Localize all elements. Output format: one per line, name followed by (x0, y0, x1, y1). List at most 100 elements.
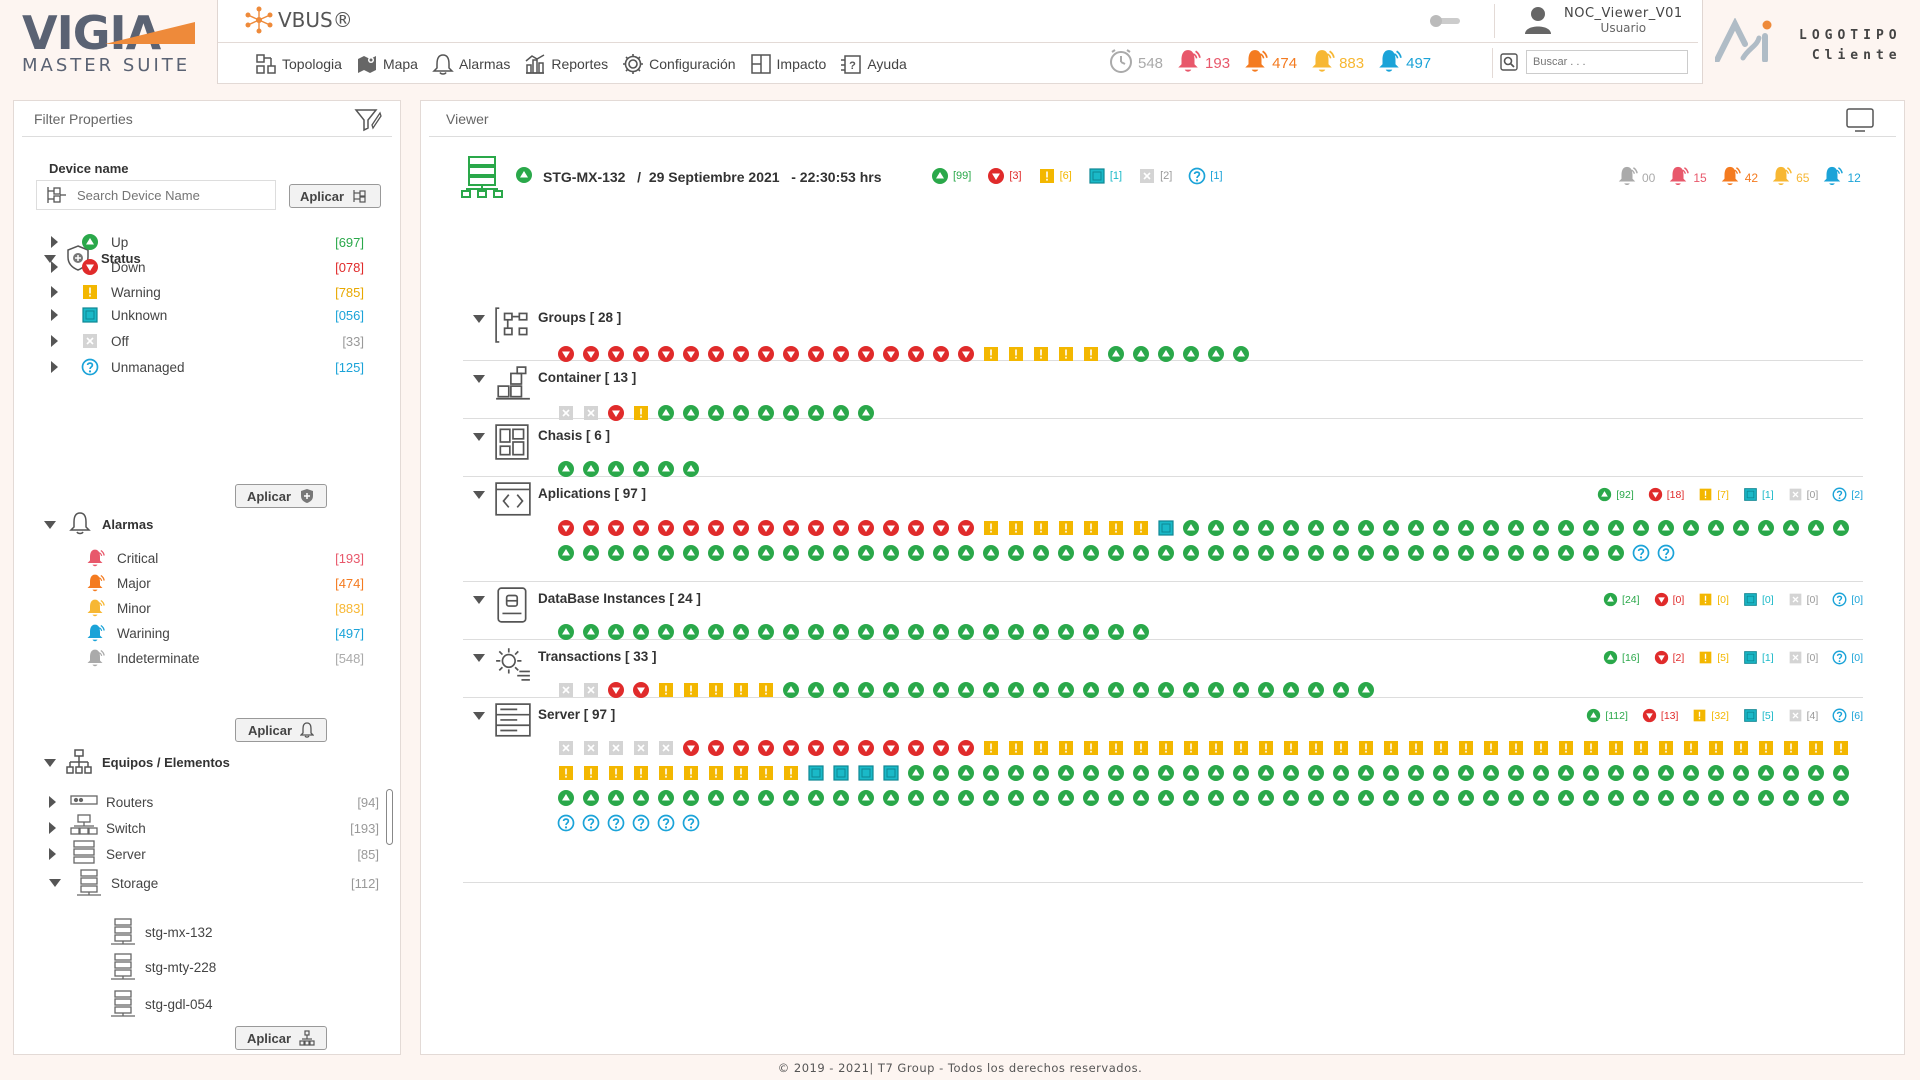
status-up-icon[interactable] (932, 681, 950, 699)
status-off-icon[interactable] (657, 739, 675, 757)
status-up-icon[interactable] (982, 544, 1000, 562)
status-warn-icon[interactable] (1032, 519, 1050, 537)
status-down-icon[interactable] (657, 519, 675, 537)
status-filter-warn[interactable]: Warning [785] (51, 281, 369, 303)
status-warn-icon[interactable] (707, 681, 725, 699)
status-up-icon[interactable] (1832, 764, 1850, 782)
status-down-icon[interactable] (557, 519, 575, 537)
status-up-icon[interactable] (1457, 764, 1475, 782)
status-down-icon[interactable] (707, 739, 725, 757)
status-up-icon[interactable] (1632, 789, 1650, 807)
status-up-icon[interactable] (1082, 789, 1100, 807)
status-up-icon[interactable] (1207, 789, 1225, 807)
status-up-icon[interactable] (607, 460, 625, 478)
status-down-icon[interactable] (607, 681, 625, 699)
status-up-icon[interactable] (957, 544, 975, 562)
status-up-icon[interactable] (1407, 764, 1425, 782)
status-up-icon[interactable] (782, 681, 800, 699)
status-up-icon[interactable] (807, 789, 825, 807)
status-up-icon[interactable] (907, 544, 925, 562)
status-up-icon[interactable] (1332, 764, 1350, 782)
status-up-icon[interactable] (1407, 519, 1425, 537)
status-up-icon[interactable] (1607, 544, 1625, 562)
status-unmanaged-icon[interactable] (557, 814, 575, 832)
status-up-icon[interactable] (1032, 764, 1050, 782)
status-up-icon[interactable] (1007, 681, 1025, 699)
status-up-icon[interactable] (832, 681, 850, 699)
equipment-collapse-caret[interactable] (44, 759, 56, 767)
status-up-icon[interactable] (557, 544, 575, 562)
apply-device-button[interactable]: Aplicar (289, 184, 381, 208)
status-up-icon[interactable] (657, 623, 675, 641)
status-up-icon[interactable] (1307, 519, 1325, 537)
status-warn-icon[interactable] (1807, 739, 1825, 757)
menu-topologia[interactable]: Topologia (255, 53, 342, 75)
equipment-switch[interactable]: Switch [193] (49, 814, 379, 839)
status-up-icon[interactable] (557, 623, 575, 641)
status-up-icon[interactable] (1382, 544, 1400, 562)
equipment-server[interactable]: Server [85] (49, 840, 379, 865)
status-up-icon[interactable] (757, 544, 775, 562)
status-up-icon[interactable] (1382, 764, 1400, 782)
status-up-icon[interactable] (1057, 789, 1075, 807)
alarm-counter[interactable]: 883 (1309, 48, 1364, 78)
status-up-icon[interactable] (1307, 544, 1325, 562)
status-up-icon[interactable] (707, 544, 725, 562)
status-warn-icon[interactable] (1132, 739, 1150, 757)
status-up-icon[interactable] (1682, 764, 1700, 782)
status-off-icon[interactable] (582, 739, 600, 757)
alarm-filter-item[interactable]: Minor [883] (69, 597, 369, 619)
expand-caret[interactable] (51, 261, 58, 273)
status-up-icon[interactable] (1782, 519, 1800, 537)
status-warn-icon[interactable] (1632, 739, 1650, 757)
search-input[interactable] (1526, 50, 1688, 74)
status-up-icon[interactable] (1707, 519, 1725, 537)
status-up-icon[interactable] (1232, 544, 1250, 562)
status-up-icon[interactable] (1657, 789, 1675, 807)
equipment-scrollbar[interactable] (386, 789, 393, 845)
status-unmanaged-icon[interactable] (1632, 544, 1650, 562)
status-up-icon[interactable] (1357, 764, 1375, 782)
status-up-icon[interactable] (807, 544, 825, 562)
status-up-icon[interactable] (1732, 519, 1750, 537)
status-unmanaged-icon[interactable] (682, 814, 700, 832)
status-up-icon[interactable] (1307, 764, 1325, 782)
status-up-icon[interactable] (1457, 789, 1475, 807)
status-up-icon[interactable] (1032, 623, 1050, 641)
status-warn-icon[interactable] (1482, 739, 1500, 757)
expand-caret[interactable] (49, 796, 56, 808)
apply-equipment-button[interactable]: Aplicar (235, 1026, 327, 1050)
status-up-icon[interactable] (1357, 544, 1375, 562)
section-collapse-caret[interactable] (473, 712, 485, 720)
status-up-icon[interactable] (1757, 764, 1775, 782)
status-up-icon[interactable] (957, 764, 975, 782)
status-up-icon[interactable] (1282, 544, 1300, 562)
status-down-icon[interactable] (807, 519, 825, 537)
alarm-filter-item[interactable]: Major [474] (69, 572, 369, 594)
status-up-icon[interactable] (1807, 789, 1825, 807)
equipment-routers[interactable]: Routers [94] (49, 791, 379, 813)
status-down-icon[interactable] (632, 519, 650, 537)
apply-alarms-button[interactable]: Aplicar (235, 718, 327, 742)
status-warn-icon[interactable] (607, 764, 625, 782)
status-up-icon[interactable] (1757, 789, 1775, 807)
status-up-icon[interactable] (682, 544, 700, 562)
status-warn-icon[interactable] (1607, 739, 1625, 757)
status-down-icon[interactable] (882, 739, 900, 757)
status-unmanaged-icon[interactable] (632, 814, 650, 832)
status-up-icon[interactable] (782, 789, 800, 807)
status-filter-unknown[interactable]: Unknown [056] (51, 304, 369, 326)
status-filter-off[interactable]: Off [33] (51, 330, 369, 352)
status-up-icon[interactable] (1257, 789, 1275, 807)
status-up-icon[interactable] (632, 623, 650, 641)
status-down-icon[interactable] (932, 519, 950, 537)
status-up-icon[interactable] (1057, 681, 1075, 699)
status-warn-icon[interactable] (582, 764, 600, 782)
status-up-icon[interactable] (1032, 681, 1050, 699)
status-up-icon[interactable] (657, 460, 675, 478)
status-down-icon[interactable] (882, 519, 900, 537)
status-warn-icon[interactable] (1332, 739, 1350, 757)
alarms-collapse-caret[interactable] (44, 521, 56, 529)
status-up-icon[interactable] (1132, 764, 1150, 782)
status-up-icon[interactable] (1482, 789, 1500, 807)
